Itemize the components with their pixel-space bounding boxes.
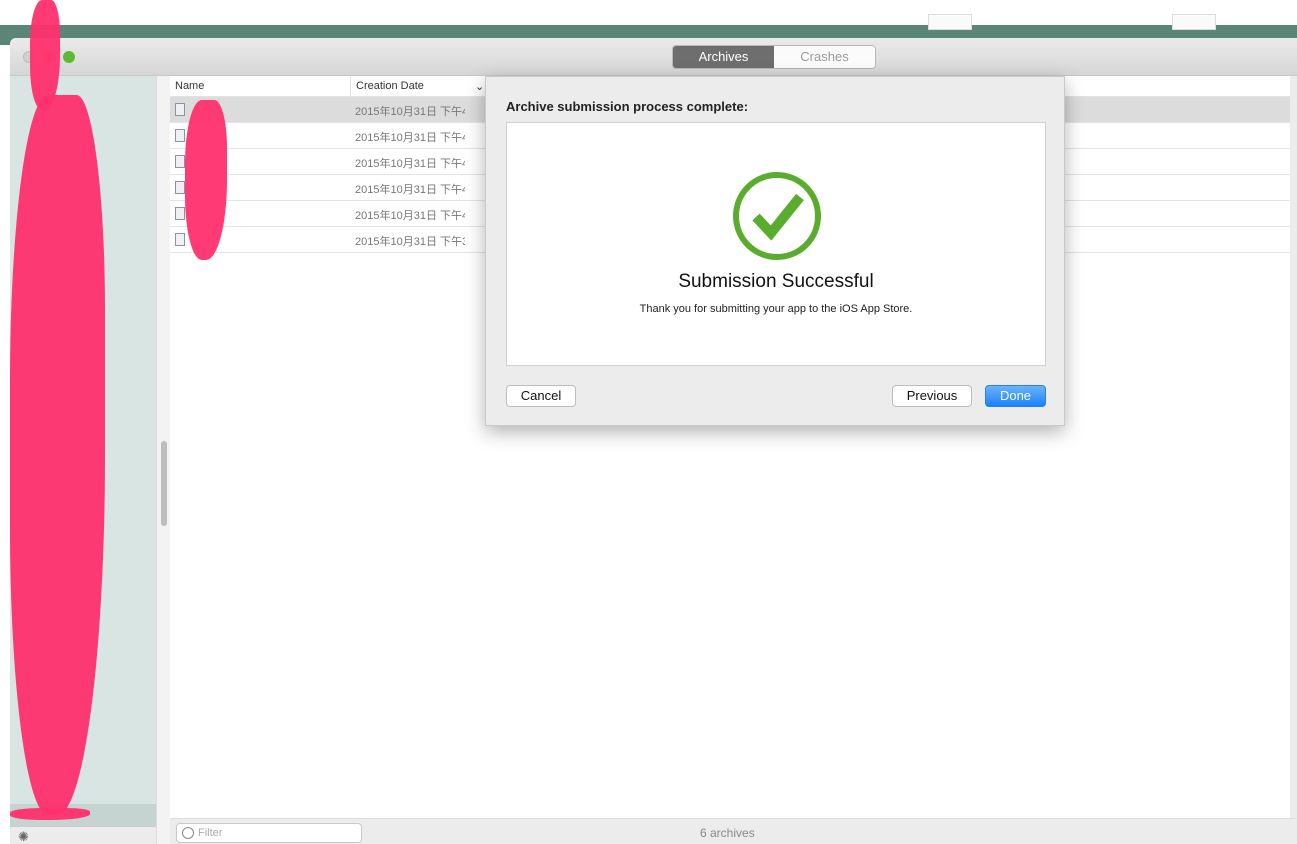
row-date: 2015年10月31日 下午4 bbox=[355, 132, 465, 144]
archive-icon bbox=[175, 207, 185, 220]
tab-crashes[interactable]: Crashes bbox=[774, 46, 875, 68]
sidebar-scrollbar[interactable] bbox=[156, 76, 170, 844]
redaction-scribble bbox=[30, 0, 60, 110]
tab-archives[interactable]: Archives bbox=[673, 46, 774, 68]
scroll-thumb[interactable] bbox=[161, 441, 167, 526]
table-footer: Filter 6 archives bbox=[170, 818, 1297, 844]
row-date: 2015年10月31日 下午3 bbox=[355, 236, 465, 248]
filter-icon bbox=[182, 827, 194, 839]
chevron-down-icon[interactable]: ⌄ bbox=[475, 80, 484, 93]
zoom-button[interactable] bbox=[63, 51, 75, 63]
filter-placeholder: Filter bbox=[198, 827, 223, 839]
title-bar: Archives Crashes bbox=[10, 38, 1297, 76]
archive-icon bbox=[175, 233, 185, 246]
segmented-control: Archives Crashes bbox=[672, 45, 876, 69]
spinner-icon: ✺ bbox=[18, 829, 29, 844]
dialog-content: Submission Successful Thank you for subm… bbox=[506, 122, 1046, 366]
archive-icon bbox=[175, 129, 185, 142]
submission-dialog: Archive submission process complete: Sub… bbox=[485, 76, 1065, 426]
archive-icon bbox=[175, 181, 185, 194]
row-date: 2015年10月31日 下午4 bbox=[355, 184, 465, 196]
cancel-button[interactable]: Cancel bbox=[506, 385, 576, 407]
archive-icon bbox=[175, 103, 185, 116]
done-button[interactable]: Done bbox=[985, 385, 1046, 407]
archive-count: 6 archives bbox=[700, 826, 755, 840]
dialog-title: Archive submission process complete: bbox=[506, 99, 749, 114]
checkmark-circle-icon bbox=[733, 172, 821, 260]
filter-input[interactable]: Filter bbox=[176, 823, 362, 843]
row-date: 2015年10月31日 下午4 bbox=[355, 210, 465, 222]
redaction-scribble bbox=[185, 100, 227, 260]
sidebar-footer: ✺ bbox=[10, 826, 156, 844]
column-name[interactable]: Name bbox=[175, 80, 204, 92]
success-message: Thank you for submitting your app to the… bbox=[639, 303, 913, 315]
redaction-scribble bbox=[10, 808, 90, 820]
row-date: 2015年10月31日 下午4 bbox=[355, 158, 465, 170]
column-creation-date[interactable]: Creation Date bbox=[350, 76, 424, 97]
success-heading: Submission Successful bbox=[678, 271, 874, 292]
previous-button[interactable]: Previous bbox=[892, 385, 972, 407]
redaction-scribble bbox=[10, 95, 105, 815]
desktop-item bbox=[1172, 14, 1216, 30]
row-date: 2015年10月31日 下午4 bbox=[355, 106, 465, 118]
archive-icon bbox=[175, 155, 185, 168]
desktop-item bbox=[928, 14, 972, 30]
